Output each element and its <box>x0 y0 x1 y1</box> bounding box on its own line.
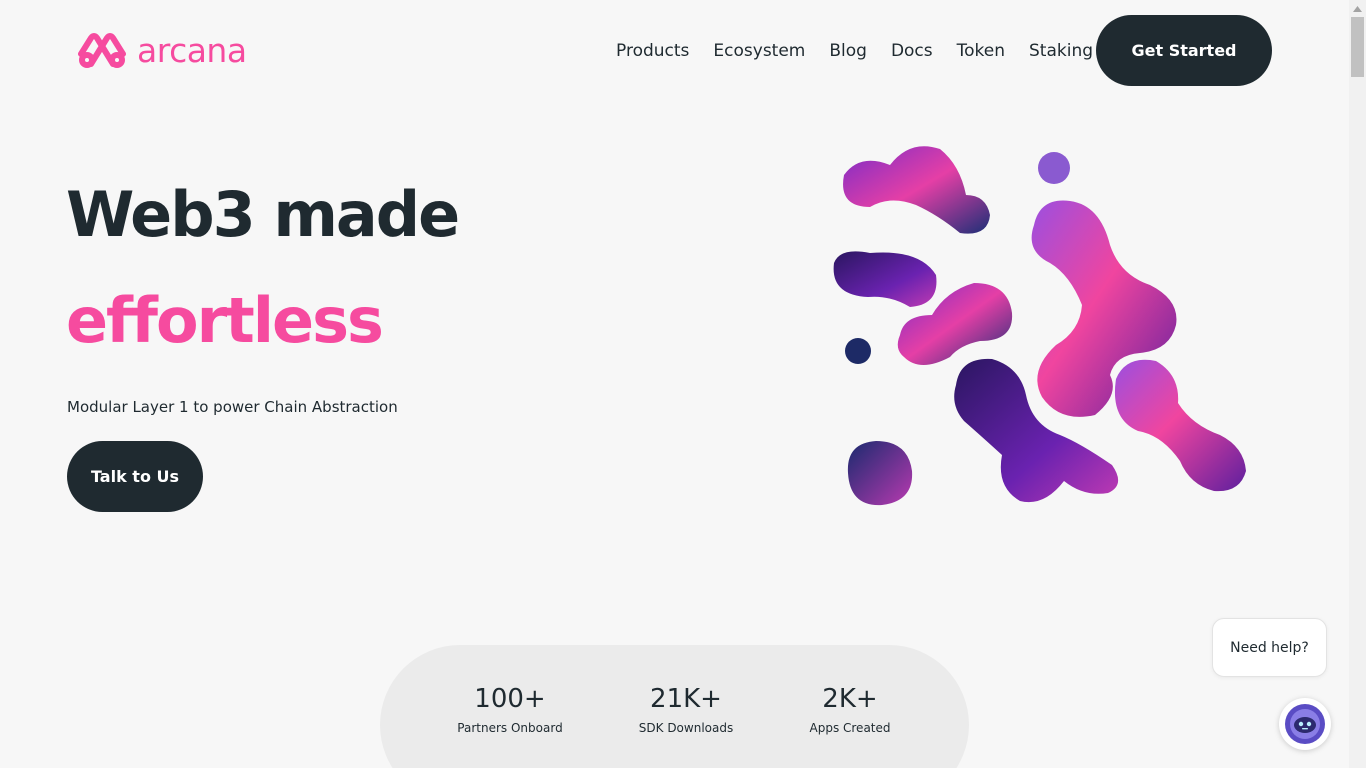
brand-logo[interactable]: arcana <box>77 30 247 70</box>
nav-item-products[interactable]: Products <box>616 40 689 62</box>
landing-page: arcana Products Ecosystem Blog Docs Toke… <box>0 0 1366 768</box>
scrollbar-thumb[interactable] <box>1351 17 1364 77</box>
stat-apps-created: 2K+ Apps Created <box>810 683 891 735</box>
nav-item-token[interactable]: Token <box>957 40 1005 62</box>
stat-partners: 100+ Partners Onboard <box>457 683 562 735</box>
nav-item-ecosystem[interactable]: Ecosystem <box>713 40 805 62</box>
stat-value: 2K+ <box>822 684 878 714</box>
nav-item-staking[interactable]: Staking <box>1029 40 1093 62</box>
abstract-blob-art <box>833 146 1246 506</box>
nav-item-docs[interactable]: Docs <box>891 40 933 62</box>
hero-accent-text: effortless <box>66 284 384 357</box>
chat-launcher-button[interactable] <box>1279 698 1331 750</box>
stat-value: 21K+ <box>650 684 722 714</box>
nav-item-blog[interactable]: Blog <box>829 40 867 62</box>
talk-to-us-button[interactable]: Talk to Us <box>67 441 203 512</box>
scroll-up-icon[interactable] <box>1349 0 1366 17</box>
arcana-logo-icon <box>78 33 126 68</box>
main-nav: Products Ecosystem Blog Docs Token Staki… <box>616 40 1117 62</box>
stats-panel: 100+ Partners Onboard 21K+ SDK Downloads… <box>380 645 969 768</box>
stat-label: Partners Onboard <box>457 721 563 735</box>
stat-value: 100+ <box>474 684 546 714</box>
hero-subtitle: Modular Layer 1 to power Chain Abstracti… <box>67 398 398 416</box>
stat-label: SDK Downloads <box>638 721 734 735</box>
get-started-button[interactable]: Get Started <box>1096 15 1272 86</box>
help-bubble[interactable]: Need help? <box>1212 618 1327 677</box>
stat-sdk-downloads: 21K+ SDK Downloads <box>639 683 733 735</box>
chat-assistant-avatar-icon <box>1285 704 1325 744</box>
hero-title: Web3 made <box>66 178 460 251</box>
stat-label: Apps Created <box>809 721 891 735</box>
page-scrollbar[interactable] <box>1349 0 1366 768</box>
brand-name: arcana <box>137 30 247 70</box>
